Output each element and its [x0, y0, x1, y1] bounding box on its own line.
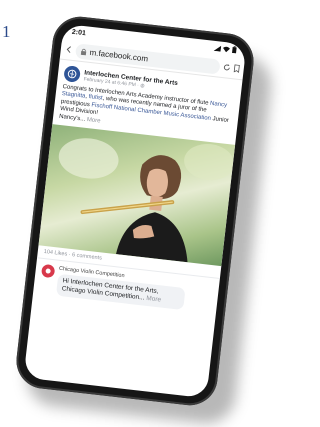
bookmark-icon[interactable] — [233, 64, 240, 73]
lock-icon — [80, 47, 87, 55]
battery-icon — [231, 46, 237, 56]
wifi-icon — [222, 45, 231, 54]
see-more-link[interactable]: More — [87, 117, 101, 125]
url-text: m.facebook.com — [89, 47, 149, 63]
competition-logo-icon — [45, 268, 51, 274]
back-arrow-icon[interactable] — [64, 45, 73, 54]
post-photo[interactable] — [38, 124, 236, 267]
hashtag-flutist[interactable]: flutist — [88, 94, 103, 102]
phone-screen: 2:01 m.facebook.com Interlochen Center f… — [23, 23, 247, 399]
message-more-link[interactable]: More — [146, 295, 162, 304]
page-avatar[interactable] — [63, 65, 81, 83]
background-page-fragment: 1 — [2, 22, 11, 41]
status-icons — [213, 44, 237, 56]
refresh-icon[interactable] — [222, 63, 231, 72]
globe-icon: ◍ — [139, 82, 145, 89]
signal-icon — [213, 44, 222, 53]
status-time: 2:01 — [71, 28, 87, 38]
flutist-photo-illustration — [58, 138, 234, 263]
interlochen-logo-icon — [67, 69, 77, 79]
smartphone: 2:01 m.facebook.com Interlochen Center f… — [13, 13, 257, 409]
competition-avatar — [40, 263, 56, 279]
